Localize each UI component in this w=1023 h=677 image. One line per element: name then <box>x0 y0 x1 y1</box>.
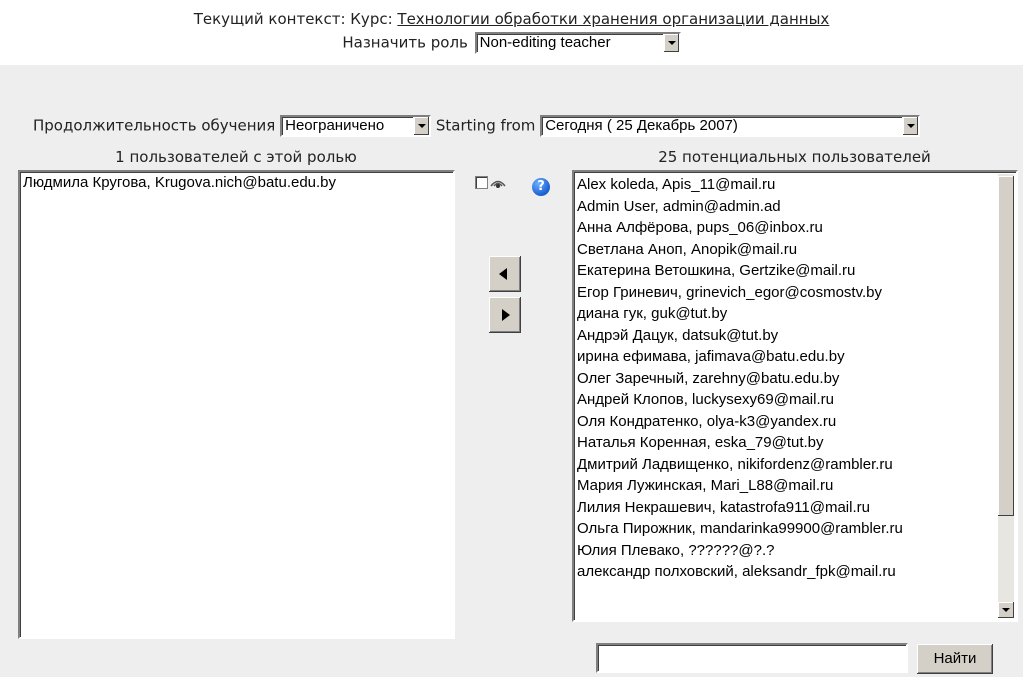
list-item[interactable]: Наталья Коренная, eska_79@tut.by <box>574 432 1016 454</box>
starting-from-label: Starting from <box>435 116 536 135</box>
context-line: Текущий контекст: Курс: Технологии обраб… <box>0 10 1023 28</box>
existing-users-list[interactable]: Людмила Кругова, Krugova.nich@batu.edu.b… <box>18 170 455 639</box>
show-hidden-checkbox[interactable] <box>475 176 488 189</box>
search-button[interactable]: Найти <box>917 644 993 674</box>
role-select[interactable]: Non-editing teacher <box>474 32 681 54</box>
list-item[interactable]: Alex koleda, Apis_11@mail.ru <box>574 174 1016 196</box>
list-item[interactable]: Олег Заречный, zarehny@batu.edu.by <box>574 368 1016 390</box>
arrow-right-icon <box>502 309 510 321</box>
list-item[interactable]: Андрей Клопов, luckysexy69@mail.ru <box>574 389 1016 411</box>
chevron-down-icon[interactable] <box>662 34 679 52</box>
list-item[interactable]: александр полховский, aleksandr_fpk@mail… <box>574 561 1016 583</box>
assign-role-label: Назначить роль <box>342 33 468 52</box>
course-link[interactable]: Технологии обработки хранения организаци… <box>397 10 829 28</box>
potential-list-scrollbar[interactable] <box>998 174 1014 618</box>
list-item[interactable]: Admin User, admin@admin.ad <box>574 196 1016 218</box>
list-item[interactable]: Оля Кондратенко, olya-k3@yandex.ru <box>574 411 1016 433</box>
arrow-left-icon <box>499 268 507 280</box>
starting-from-value: Сегодня ( 25 Декабрь 2007) <box>545 117 738 134</box>
potential-users-list[interactable]: Alex koleda, Apis_11@mail.ru Admin User, … <box>572 170 1018 622</box>
enrol-options-row: Продолжительность обучения Неограничено … <box>33 115 921 137</box>
list-item[interactable]: Светлана Аноп, Anopik@mail.ru <box>574 239 1016 261</box>
list-item[interactable]: Андрэй Дацук, datsuk@tut.by <box>574 325 1016 347</box>
list-item[interactable]: Дмитрий Ладвищенко, nikifordenz@rambler.… <box>574 454 1016 476</box>
help-icon[interactable]: ? <box>532 178 550 196</box>
scrollbar-thumb[interactable] <box>998 176 1014 516</box>
remove-user-button[interactable] <box>489 297 521 333</box>
search-input[interactable] <box>596 643 908 673</box>
list-item[interactable]: Егор Гриневич, grinevich_egor@cosmostv.b… <box>574 282 1016 304</box>
chevron-down-icon[interactable] <box>413 117 430 135</box>
context-label: Текущий контекст: Курс: <box>193 10 398 28</box>
list-item[interactable]: Лилия Некрашевич, katastrofa911@mail.ru <box>574 497 1016 519</box>
list-item[interactable]: Ольга Пирожник, mandarinka99900@rambler.… <box>574 518 1016 540</box>
starting-from-select[interactable]: Сегодня ( 25 Декабрь 2007) <box>540 115 921 137</box>
list-item[interactable]: Мария Лужинская, Mari_L88@mail.ru <box>574 475 1016 497</box>
list-item[interactable]: Людмила Кругова, Krugova.nich@batu.edu.b… <box>20 172 453 194</box>
add-user-button[interactable] <box>489 256 521 292</box>
list-item[interactable]: диана гук, guk@tut.by <box>574 303 1016 325</box>
duration-select[interactable]: Неограничено <box>280 115 432 137</box>
existing-users-heading: 1 пользователей с этой ролью <box>115 148 357 166</box>
scroll-down-icon[interactable] <box>998 602 1014 618</box>
list-item[interactable]: Екатерина Ветошкина, Gertzike@mail.ru <box>574 260 1016 282</box>
assign-role-row: Назначить роль Non-editing teacher <box>0 32 1023 54</box>
chevron-down-icon[interactable] <box>902 117 919 135</box>
role-select-value: Non-editing teacher <box>479 34 611 51</box>
eye-icon <box>490 180 506 188</box>
list-item[interactable]: Анна Алфёрова, pups_06@inbox.ru <box>574 217 1016 239</box>
list-item[interactable]: Юлия Плевако, ??????@?.? <box>574 540 1016 562</box>
list-item[interactable]: ирина ефимава, jafimava@batu.edu.by <box>574 346 1016 368</box>
duration-label: Продолжительность обучения <box>33 116 276 135</box>
duration-select-value: Неограничено <box>285 117 385 134</box>
potential-users-heading: 25 потенциальных пользователей <box>658 148 931 166</box>
